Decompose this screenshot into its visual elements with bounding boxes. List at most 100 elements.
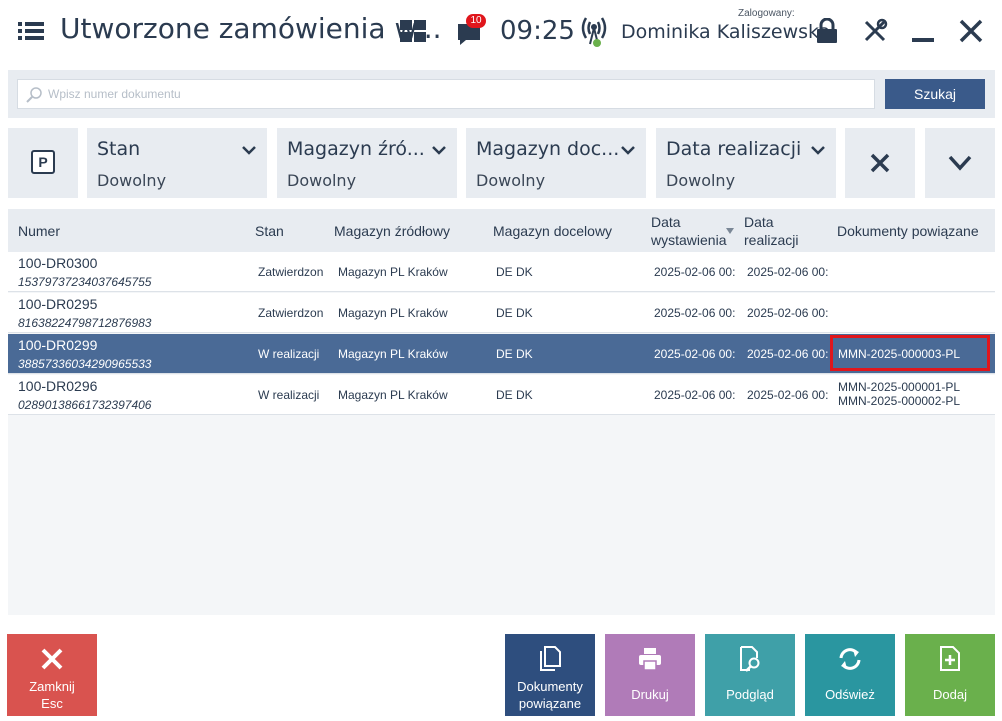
related-documents-label-1: Dokumenty xyxy=(517,679,583,694)
row-data-realizacji: 2025-02-06 00: xyxy=(747,347,829,361)
app-header: Utworzone zamówienia w... 10 09:25 Zalog… xyxy=(0,0,1002,64)
search-icon xyxy=(26,87,42,103)
clear-filters-button[interactable] xyxy=(845,128,915,198)
tiles-icon[interactable] xyxy=(400,20,426,42)
row-dokumenty[interactable]: MMN-2025-000002-PL xyxy=(838,394,960,408)
bottom-toolbar: Zamknij Esc Dokumenty powiązane Drukuj P… xyxy=(0,634,1002,718)
print-label: Drukuj xyxy=(631,687,669,702)
close-button[interactable]: Zamknij Esc xyxy=(7,634,97,716)
related-documents-button[interactable]: Dokumenty powiązane xyxy=(505,634,595,716)
row-number: 100-DR0300 xyxy=(18,255,98,271)
filter-label: Magazyn doc... xyxy=(476,138,620,160)
row-code: 38857336034290965533 xyxy=(18,357,152,371)
row-dokumenty[interactable]: MMN-2025-000001-PL xyxy=(838,380,960,394)
column-header-magazyn-zrodlowy[interactable]: Magazyn źródłowy xyxy=(334,223,450,239)
minimize-icon[interactable] xyxy=(910,18,936,44)
row-data-wystawienia: 2025-02-06 00: xyxy=(654,388,736,402)
table-row-selected[interactable]: 100-DR0299 38857336034290965533 W realiz… xyxy=(8,334,995,374)
filter-label: Magazyn źró... xyxy=(287,138,425,160)
refresh-icon xyxy=(839,648,861,670)
refresh-label: Odśwież xyxy=(825,687,875,702)
row-magazyn-docelowy: DE DK xyxy=(496,306,533,320)
row-stan: W realizacji xyxy=(258,388,320,402)
close-button-shortcut: Esc xyxy=(41,696,63,711)
close-icon xyxy=(870,153,890,173)
filter-value: Dowolny xyxy=(666,171,736,190)
parking-icon: P xyxy=(31,150,55,174)
chevron-down-icon xyxy=(242,146,256,155)
filter-label: Stan xyxy=(97,138,141,160)
documents-icon xyxy=(540,646,561,671)
filter-value: Dowolny xyxy=(287,171,357,190)
filters-bar: P Stan Dowolny Magazyn źró... Dowolny Ma… xyxy=(0,128,1002,200)
search-button[interactable]: Szukaj xyxy=(885,79,985,109)
clock: 09:25 xyxy=(500,16,575,46)
row-magazyn-zrodlowy: Magazyn PL Kraków xyxy=(338,265,448,279)
column-header-magazyn-docelowy[interactable]: Magazyn docelowy xyxy=(493,223,612,239)
menu-icon[interactable] xyxy=(18,20,44,42)
highlight-box xyxy=(830,335,990,371)
column-header-stan[interactable]: Stan xyxy=(255,223,284,239)
row-stan: Zatwierdzon xyxy=(258,306,324,320)
filter-value: Dowolny xyxy=(97,171,167,190)
sort-down-icon xyxy=(726,228,734,234)
page-title: Utworzone zamówienia w... xyxy=(60,12,442,45)
chevron-down-icon xyxy=(432,146,446,155)
printer-icon xyxy=(639,648,661,671)
chevron-down-icon xyxy=(811,146,825,155)
column-header-data-realizacji-line2[interactable]: realizacji xyxy=(744,232,798,248)
expand-filters-button[interactable] xyxy=(925,128,995,198)
user-name[interactable]: Dominika Kaliszewska xyxy=(621,21,830,43)
row-code: 02890138661732397406 xyxy=(18,398,152,412)
row-number: 100-DR0296 xyxy=(18,378,98,394)
add-button[interactable]: Dodaj xyxy=(905,634,995,716)
column-header-numer[interactable]: Numer xyxy=(18,223,60,239)
row-stan: Zatwierdzon xyxy=(258,265,324,279)
row-code: 15379737234037645755 xyxy=(18,275,152,289)
search-bar: Szukaj xyxy=(8,70,995,118)
print-button[interactable]: Drukuj xyxy=(605,634,695,716)
documents-table: Numer Stan Magazyn źródłowy Magazyn doce… xyxy=(8,209,995,615)
search-input[interactable] xyxy=(48,80,868,108)
related-documents-label-2: powiązane xyxy=(518,696,582,711)
row-data-realizacji: 2025-02-06 00: xyxy=(747,265,829,279)
filter-magazyn-docelowy[interactable]: Magazyn doc... Dowolny xyxy=(466,128,646,198)
row-magazyn-docelowy: DE DK xyxy=(496,388,533,402)
row-magazyn-docelowy: DE DK xyxy=(496,347,533,361)
parking-filter-button[interactable]: P xyxy=(8,128,78,198)
refresh-button[interactable]: Odśwież xyxy=(805,634,895,716)
row-data-wystawienia: 2025-02-06 00: xyxy=(654,306,736,320)
search-field[interactable] xyxy=(17,79,875,109)
chevron-down-icon xyxy=(948,155,972,171)
signal-icon xyxy=(581,17,607,47)
column-header-dokumenty-powiazane[interactable]: Dokumenty powiązane xyxy=(837,223,979,239)
row-data-wystawienia: 2025-02-06 00: xyxy=(654,265,736,279)
preview-label: Podgląd xyxy=(726,687,774,702)
preview-icon xyxy=(740,646,760,672)
table-row[interactable]: 100-DR0296 02890138661732397406 W realiz… xyxy=(8,375,995,415)
row-data-realizacji: 2025-02-06 00: xyxy=(747,388,829,402)
add-document-icon xyxy=(940,646,960,671)
lock-icon[interactable] xyxy=(814,18,840,44)
table-row[interactable]: 100-DR0295 81638224798712876983 Zatwierd… xyxy=(8,293,995,333)
column-header-data-wystawienia-line1[interactable]: Data xyxy=(651,214,681,230)
row-data-wystawienia: 2025-02-06 00: xyxy=(654,347,736,361)
row-number: 100-DR0299 xyxy=(18,337,98,353)
row-magazyn-zrodlowy: Magazyn PL Kraków xyxy=(338,306,448,320)
close-button-label: Zamknij xyxy=(29,679,75,694)
tools-icon[interactable] xyxy=(862,18,888,44)
row-stan: W realizacji xyxy=(258,347,320,361)
row-number: 100-DR0295 xyxy=(18,296,98,312)
row-data-realizacji: 2025-02-06 00: xyxy=(747,306,829,320)
preview-button[interactable]: Podgląd xyxy=(705,634,795,716)
close-icon xyxy=(41,648,63,670)
filter-data-realizacji[interactable]: Data realizacji Dowolny xyxy=(656,128,836,198)
row-magazyn-docelowy: DE DK xyxy=(496,265,533,279)
row-magazyn-zrodlowy: Magazyn PL Kraków xyxy=(338,388,448,402)
filter-magazyn-zrodlowy[interactable]: Magazyn źró... Dowolny xyxy=(277,128,457,198)
column-header-data-wystawienia-line2[interactable]: wystawienia xyxy=(651,232,726,248)
column-header-data-realizacji-line1[interactable]: Data xyxy=(744,214,774,230)
table-row[interactable]: 100-DR0300 15379737234037645755 Zatwierd… xyxy=(8,252,995,292)
filter-stan[interactable]: Stan Dowolny xyxy=(87,128,267,198)
close-window-icon[interactable] xyxy=(958,18,984,44)
